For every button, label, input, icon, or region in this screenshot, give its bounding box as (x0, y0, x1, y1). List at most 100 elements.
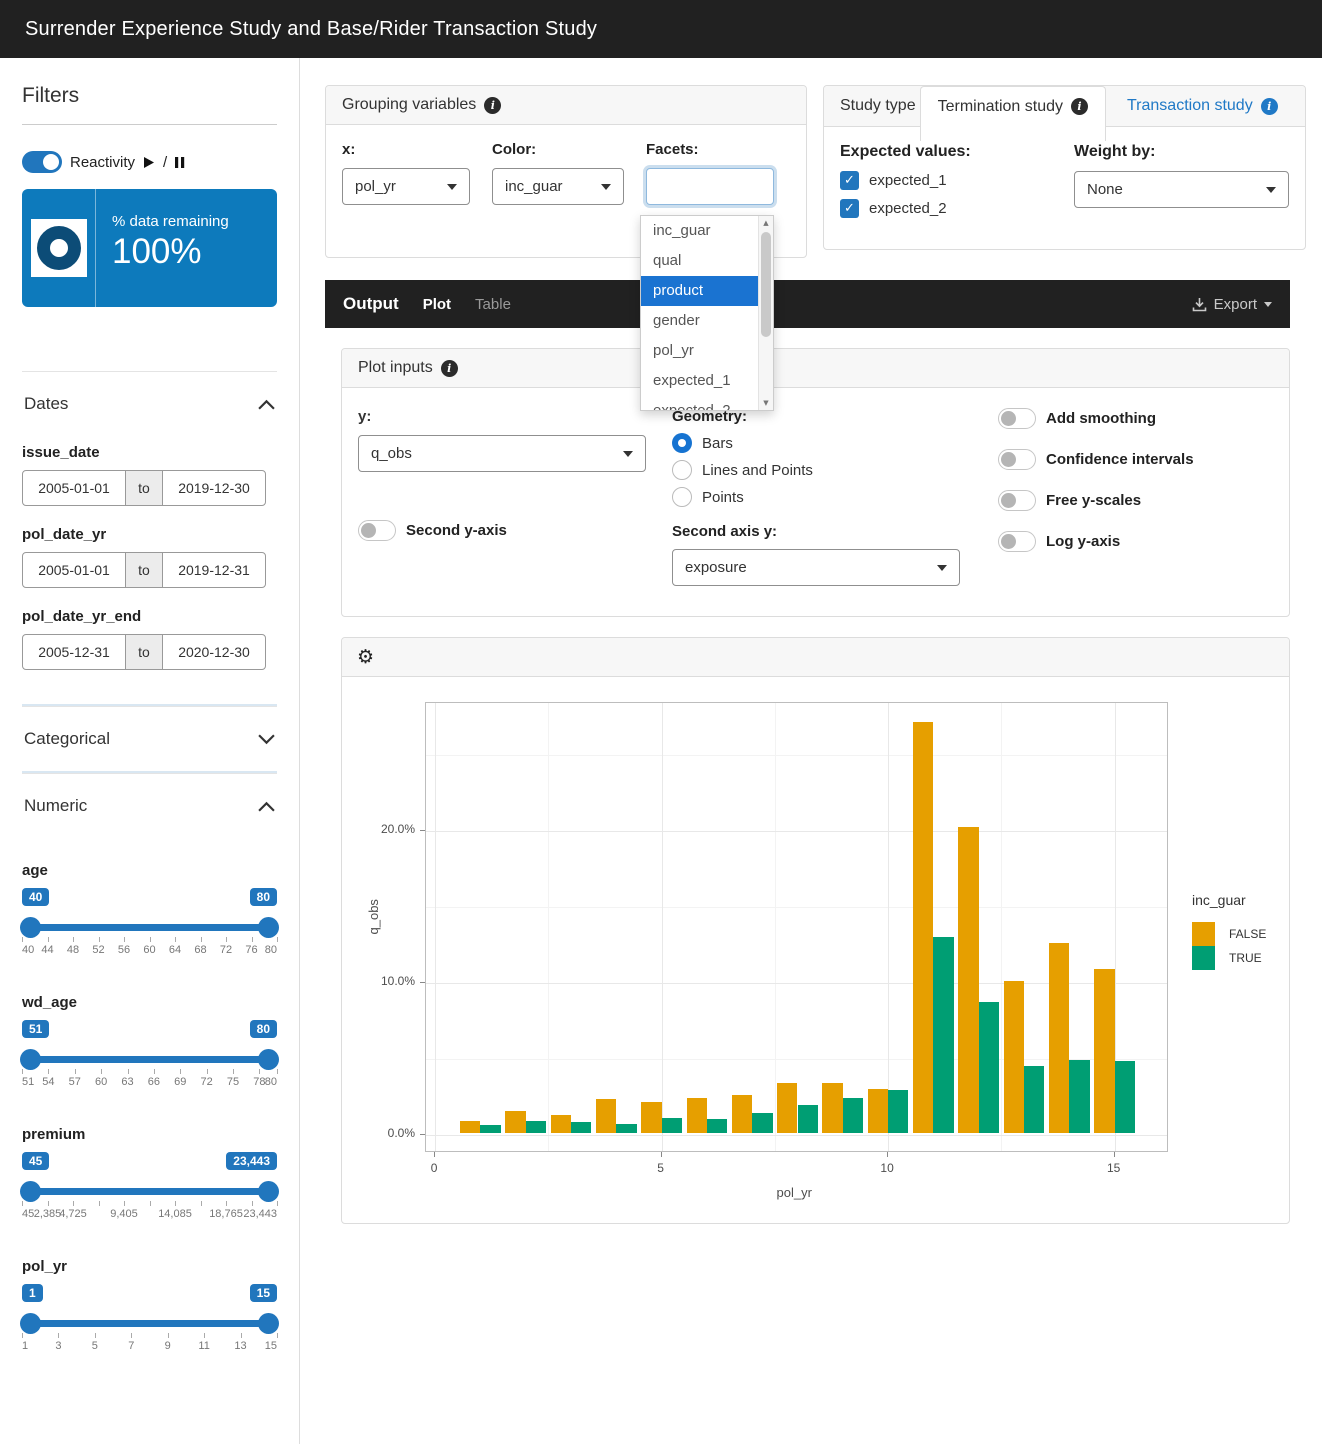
section-dates: Dates issue_date to pol_date_yr to pol_d… (22, 371, 277, 706)
color-select[interactable]: inc_guar (492, 168, 624, 205)
toggle-free-y-scales[interactable] (998, 490, 1036, 511)
slider-handle-to[interactable] (258, 1049, 279, 1070)
section-numeric: Numeric age 40 80 4044485256606468727680… (22, 773, 277, 1404)
radio-lines and points[interactable] (672, 460, 692, 480)
tab-termination-study[interactable]: Termination study i (920, 86, 1106, 141)
slider-handle-to[interactable] (258, 1181, 279, 1202)
checkbox-expected_2[interactable]: ✓ (840, 199, 859, 218)
bar-polyr14-true (1069, 1060, 1089, 1133)
export-button[interactable]: Export (1192, 296, 1272, 313)
numeric-section-label: Numeric (24, 796, 87, 816)
toggle-log-y-axis[interactable] (998, 531, 1036, 552)
slider-handle-to[interactable] (258, 1313, 279, 1334)
plot-inputs-card: Plot inputs i y: q_obs Secon (341, 348, 1290, 617)
slider-tick (124, 1201, 125, 1206)
slider-tick (150, 1201, 151, 1206)
dropdown-option-expected_1[interactable]: expected_1 (641, 366, 758, 396)
dropdown-option-product[interactable]: product (641, 276, 758, 306)
dropdown-option-inc_guar[interactable]: inc_guar (641, 216, 758, 246)
dates-accordion-header[interactable]: Dates (22, 372, 277, 436)
info-icon[interactable]: i (1071, 98, 1088, 115)
dropdown-option-expected_2[interactable]: expected_2 (641, 396, 758, 411)
slider-tick-label: 68 (194, 944, 206, 956)
toggle-label: Confidence intervals (1046, 451, 1194, 468)
output-title: Output (343, 294, 399, 314)
date-to-label: to (125, 470, 163, 506)
export-label: Export (1214, 296, 1257, 313)
radio-bars[interactable] (672, 433, 692, 453)
bar-polyr8-true (798, 1105, 818, 1132)
dropdown-option-pol_yr[interactable]: pol_yr (641, 336, 758, 366)
gear-icon[interactable]: ⚙ (357, 648, 374, 667)
date-from-input[interactable] (22, 470, 126, 506)
tab-transaction-study[interactable]: Transaction study i (1110, 86, 1295, 126)
radio-row: Points (672, 487, 992, 507)
legend-swatch (1192, 946, 1215, 970)
play-icon (143, 156, 155, 169)
slider-tick (277, 1201, 278, 1206)
gridline (548, 703, 549, 1151)
info-icon[interactable]: i (1261, 98, 1278, 115)
y-axis-tick (420, 982, 425, 983)
date-to-input[interactable] (162, 470, 266, 506)
dropdown-option-gender[interactable]: gender (641, 306, 758, 336)
slider-track[interactable] (22, 1188, 277, 1195)
second-axis-y-select[interactable]: exposure (672, 549, 960, 586)
info-icon[interactable]: i (484, 97, 501, 114)
gridline (426, 831, 1167, 832)
slider-tick (207, 1069, 208, 1074)
dropdown-option-qual[interactable]: qual (641, 246, 758, 276)
date-range-field: pol_date_yr to (22, 526, 277, 588)
tab-plot[interactable]: Plot (423, 296, 451, 313)
numeric-accordion-header[interactable]: Numeric (22, 774, 277, 838)
date-to-input[interactable] (162, 634, 266, 670)
date-from-input[interactable] (22, 634, 126, 670)
y-select[interactable]: q_obs (358, 435, 646, 472)
slider-tick (233, 1069, 234, 1074)
toggle-add-smoothing[interactable] (998, 408, 1036, 429)
info-icon[interactable]: i (441, 360, 458, 377)
caret-down-icon (447, 184, 457, 190)
scrollbar-thumb[interactable] (761, 232, 771, 337)
date-to-input[interactable] (162, 552, 266, 588)
toggle-confidence-intervals[interactable] (998, 449, 1036, 470)
slider-tick (22, 1333, 23, 1338)
x-select[interactable]: pol_yr (342, 168, 470, 205)
slider-handle-from[interactable] (20, 917, 41, 938)
slider-handle-to[interactable] (258, 917, 279, 938)
reactivity-toggle[interactable] (22, 151, 62, 173)
radio-points[interactable] (672, 487, 692, 507)
tab-table[interactable]: Table (475, 296, 511, 313)
weight-by-select[interactable]: None (1074, 171, 1289, 208)
bar-polyr7-false (732, 1095, 752, 1133)
slider-label: pol_yr (22, 1258, 277, 1275)
caret-down-icon (623, 451, 633, 457)
slider-track[interactable] (22, 924, 277, 931)
slider-tick (128, 1069, 129, 1074)
bar-polyr15-false (1094, 969, 1114, 1133)
pause-icon (175, 156, 185, 169)
tab-transaction-label: Transaction study (1127, 97, 1253, 115)
checkbox-expected_1[interactable]: ✓ (840, 171, 859, 190)
facets-label: Facets: (646, 141, 774, 158)
slider-tick-label: 64 (169, 944, 181, 956)
scroll-down-icon[interactable]: ▼ (763, 399, 768, 407)
slider-to-badge: 80 (250, 1020, 277, 1038)
slider-tick-label: 66 (148, 1076, 160, 1088)
facets-input[interactable] (646, 168, 774, 205)
second-y-axis-toggle[interactable] (358, 520, 396, 541)
slider-tick (226, 937, 227, 942)
slider-track[interactable] (22, 1320, 277, 1327)
slider-tick-label: 76 (245, 944, 257, 956)
categorical-accordion-header[interactable]: Categorical (22, 707, 277, 771)
slider-tick-label: 60 (95, 1076, 107, 1088)
weight-by-label: Weight by: (1074, 143, 1289, 161)
date-from-input[interactable] (22, 552, 126, 588)
slider-handle-from[interactable] (20, 1313, 41, 1334)
slider-handle-from[interactable] (20, 1181, 41, 1202)
scroll-up-icon[interactable]: ▲ (763, 219, 768, 227)
slider-track[interactable] (22, 1056, 277, 1063)
slider-tick-label: 18,765 (209, 1208, 243, 1220)
slider-tick-label: 40 (22, 944, 34, 956)
slider-handle-from[interactable] (20, 1049, 41, 1070)
